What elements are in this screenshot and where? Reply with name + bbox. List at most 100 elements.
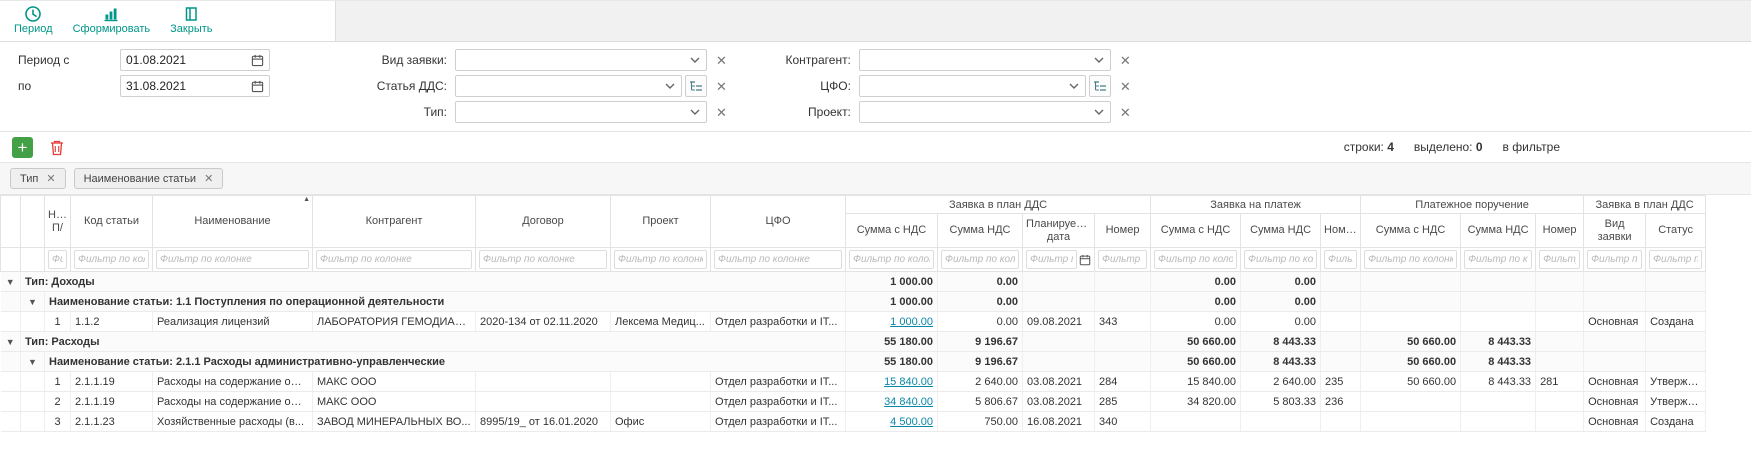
calendar-icon[interactable]: [251, 54, 264, 67]
add-row-button[interactable]: +: [12, 137, 33, 158]
column-header[interactable]: Контрагент: [313, 196, 476, 248]
cell: 9 196.67: [938, 332, 1023, 352]
cell: [1361, 272, 1461, 292]
group-chip[interactable]: Тип✕: [10, 168, 66, 189]
delete-row-button[interactable]: [49, 139, 65, 156]
column-header[interactable]: Код статьи: [71, 196, 153, 248]
dds-article-tree-button[interactable]: [685, 75, 707, 97]
column-header[interactable]: Сумма НДС: [1241, 214, 1321, 248]
column-filter-input[interactable]: [714, 250, 842, 269]
column-filter-input[interactable]: [74, 250, 149, 269]
type-select[interactable]: [455, 101, 707, 123]
cell: 03.08.2021: [1023, 372, 1095, 392]
table-row[interactable]: 32.1.1.23Хозяйственные расходы (в...ЗАВО…: [1, 412, 1706, 432]
cell: ЛАБОРАТОРИЯ ГЕМОДИАЛ...: [313, 312, 476, 332]
column-header[interactable]: Ном П/: [45, 196, 71, 248]
period-to-value: 31.08.2021: [126, 79, 251, 93]
clear-contragent-icon[interactable]: ✕: [1120, 54, 1131, 67]
calendar-icon[interactable]: [1079, 254, 1091, 266]
column-header[interactable]: Сумма НДС: [938, 214, 1023, 248]
column-header[interactable]: Договор: [476, 196, 611, 248]
table-row[interactable]: 12.1.1.19Расходы на содержание оф...МАКС…: [1, 372, 1706, 392]
request-kind-select[interactable]: [455, 49, 707, 71]
column-filter-input[interactable]: [614, 250, 707, 269]
column-filter-input[interactable]: [1364, 250, 1457, 269]
cell: [1536, 312, 1584, 332]
generate-button[interactable]: Сформировать: [65, 3, 159, 37]
column-filter-input[interactable]: [479, 250, 607, 269]
filter-cell: [1095, 248, 1151, 272]
clear-cfo-icon[interactable]: ✕: [1120, 80, 1131, 93]
filter-cell: [1461, 248, 1536, 272]
column-filter-input[interactable]: [1324, 250, 1357, 269]
clear-type-icon[interactable]: ✕: [716, 106, 727, 119]
period-from-value: 01.08.2021: [126, 53, 251, 67]
clear-dds-article-icon[interactable]: ✕: [716, 80, 727, 93]
column-header[interactable]: Сумма НДС: [1461, 214, 1536, 248]
collapse-icon[interactable]: ▼: [6, 337, 15, 347]
cell: [1095, 332, 1151, 352]
remove-group-icon[interactable]: ✕: [46, 172, 55, 185]
column-header[interactable]: Наименование▲: [153, 196, 313, 248]
sum-link[interactable]: 4 500.00: [890, 416, 933, 428]
column-header[interactable]: Планируемая дата: [1023, 214, 1095, 248]
collapse-icon[interactable]: ▼: [28, 297, 37, 307]
column-filter-input[interactable]: [1244, 250, 1317, 269]
calendar-icon[interactable]: [251, 80, 264, 93]
column-filter-input[interactable]: [941, 250, 1019, 269]
cfo-select[interactable]: [859, 75, 1086, 97]
column-filter-input[interactable]: [1587, 250, 1642, 269]
column-header[interactable]: Номер: [1321, 214, 1361, 248]
table-row[interactable]: 11.1.2Реализация лицензийЛАБОРАТОРИЯ ГЕМ…: [1, 312, 1706, 332]
project-select[interactable]: [859, 101, 1111, 123]
column-header[interactable]: Статус: [1646, 214, 1706, 248]
column-header[interactable]: Вид заявки: [1584, 214, 1646, 248]
cell: МАКС ООО: [313, 372, 476, 392]
collapse-icon[interactable]: ▼: [28, 357, 37, 367]
period-button[interactable]: Период: [6, 3, 61, 37]
column-filter-input[interactable]: [1464, 250, 1532, 269]
period-to-input[interactable]: 31.08.2021: [120, 75, 270, 97]
clear-project-icon[interactable]: ✕: [1120, 106, 1131, 119]
contragent-select[interactable]: [859, 49, 1111, 71]
column-header[interactable]: Номер: [1095, 214, 1151, 248]
column-filter-input[interactable]: [1154, 250, 1237, 269]
column-header[interactable]: Сумма с НДС: [1151, 214, 1241, 248]
sum-link[interactable]: 34 840.00: [884, 396, 933, 408]
column-header[interactable]: Сумма с НДС: [846, 214, 938, 248]
cell: [1, 312, 21, 332]
clear-request-kind-icon[interactable]: ✕: [716, 54, 727, 67]
cell: Утвержд...: [1646, 372, 1706, 392]
column-filter-input[interactable]: [849, 250, 934, 269]
group-chip[interactable]: Наименование статьи✕: [74, 168, 224, 189]
column-filter-input[interactable]: [48, 250, 67, 269]
cell: 5 806.67: [938, 392, 1023, 412]
dds-article-select[interactable]: [455, 75, 682, 97]
group-label: Наименование статьи: 2.1.1 Расходы админ…: [45, 352, 846, 372]
sum-link[interactable]: 1 000.00: [890, 316, 933, 328]
column-header[interactable]: Сумма с НДС: [1361, 214, 1461, 248]
cfo-tree-button[interactable]: [1089, 75, 1111, 97]
sum-link[interactable]: 15 840.00: [884, 376, 933, 388]
column-group-header: Заявка на платеж: [1151, 196, 1361, 214]
cell: 34 820.00: [1151, 392, 1241, 412]
period-from-input[interactable]: 01.08.2021: [120, 49, 270, 71]
column-group-header: Платежное поручение: [1361, 196, 1584, 214]
column-header[interactable]: ЦФО: [711, 196, 846, 248]
column-header[interactable]: Проект: [611, 196, 711, 248]
column-filter-input[interactable]: [1649, 250, 1702, 269]
column-filter-input[interactable]: [156, 250, 309, 269]
column-filter-input[interactable]: [1098, 250, 1147, 269]
column-filter-input[interactable]: [1026, 250, 1077, 269]
cell: [1023, 292, 1095, 312]
column-header[interactable]: Номер: [1536, 214, 1584, 248]
collapse-icon[interactable]: ▼: [6, 277, 15, 287]
column-filter-input[interactable]: [316, 250, 472, 269]
column-filter-input[interactable]: [1539, 250, 1580, 269]
cell: [1536, 392, 1584, 412]
cell: 0.00: [1241, 312, 1321, 332]
close-button[interactable]: Закрыть: [162, 3, 220, 37]
remove-group-icon[interactable]: ✕: [204, 172, 213, 185]
cell: Утвержд...: [1646, 392, 1706, 412]
table-row[interactable]: 22.1.1.19Расходы на содержание оф...МАКС…: [1, 392, 1706, 412]
